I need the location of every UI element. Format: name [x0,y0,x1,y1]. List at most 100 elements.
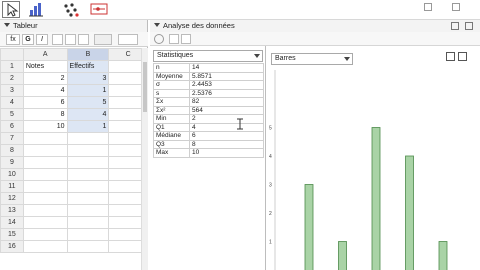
refresh-icon[interactable] [154,34,164,44]
cell-b[interactable] [66,192,110,205]
cell-a[interactable]: 6 [22,96,68,109]
y-tick-labels: 1 2 3 4 5 [269,126,272,246]
vertical-scrollbar[interactable] [141,48,148,270]
row-header[interactable]: 2 [0,72,24,85]
bar-series [304,127,448,270]
cell-b[interactable] [66,180,110,193]
cell-b[interactable]: 1 [66,120,110,133]
cell-a[interactable]: 2 [22,72,68,85]
table-row: 15 [0,228,148,241]
cell-b[interactable] [66,168,110,181]
cell-a[interactable] [22,240,68,253]
row-header[interactable]: 8 [0,144,24,157]
stat-label: Max [153,148,190,158]
data-source-icon[interactable] [181,34,191,44]
bar-8[interactable] [405,155,414,270]
cell-a[interactable] [22,228,68,241]
corner-cell[interactable] [0,48,24,61]
redo-icon[interactable] [452,3,460,11]
row-header[interactable]: 1 [0,60,24,73]
column-header-a[interactable]: A [22,48,68,61]
scrollbar-thumb[interactable] [143,62,147,112]
bar-4[interactable] [338,241,347,270]
panel-divider[interactable] [265,46,266,270]
column-header-row: A B C [0,48,148,61]
cell-b[interactable] [66,132,110,145]
cell-a[interactable]: Notes [22,60,68,73]
cell-a[interactable]: 10 [22,120,68,133]
stat-row: Σx 82 [153,97,264,107]
row-header[interactable]: 10 [0,168,24,181]
stat-label: Σx² [153,105,190,115]
border-button[interactable] [118,34,138,45]
row-header[interactable]: 13 [0,204,24,217]
cell-b[interactable]: 3 [66,72,110,85]
align-right-icon[interactable] [78,34,89,45]
dots-tool-button[interactable] [62,1,80,18]
export-icon[interactable] [458,52,467,61]
cell-a[interactable] [22,192,68,205]
options-icon[interactable] [169,34,179,44]
undo-icon[interactable] [424,3,432,11]
y-tick-label: 5 [269,126,272,132]
row-header[interactable]: 6 [0,120,24,133]
stat-row: Max 10 [153,148,264,158]
align-left-icon[interactable] [52,34,63,45]
table-row: 341 [0,84,148,97]
bar-10[interactable] [438,241,448,270]
align-center-icon[interactable] [65,34,76,45]
column-header-b[interactable]: B [66,48,110,61]
row-header[interactable]: 14 [0,216,24,229]
bold-button[interactable]: G [22,34,34,45]
cell-b[interactable] [66,144,110,157]
cell-b[interactable] [66,240,110,253]
cell-a[interactable]: 8 [22,108,68,121]
row-header[interactable]: 3 [0,84,24,97]
row-header[interactable]: 7 [0,132,24,145]
cell-b[interactable] [66,228,110,241]
cell-b[interactable]: Effectifs [66,60,110,73]
row-header[interactable]: 16 [0,240,24,253]
cell-a[interactable] [22,204,68,217]
collapse-icon[interactable] [4,23,10,27]
row-header[interactable]: 9 [0,156,24,169]
table-row: 223 [0,72,148,85]
collapse-icon[interactable] [154,23,160,27]
fx-button[interactable]: fx [6,34,20,45]
cell-b[interactable]: 1 [66,84,110,97]
row-header[interactable]: 4 [0,96,24,109]
italic-button[interactable]: I [36,34,48,45]
cell-a[interactable] [22,168,68,181]
statistics-select[interactable]: Statistiques [153,50,263,62]
bar-chart-tool-button[interactable] [27,1,45,18]
chart-options-icon[interactable] [446,52,455,61]
bar-2[interactable] [304,184,314,270]
chevron-down-icon [254,54,260,58]
table-row: 1 Notes Effectifs [0,60,148,73]
cell-a[interactable] [22,216,68,229]
row-header[interactable]: 12 [0,192,24,205]
stat-label: Q1 [153,122,190,132]
move-tool-button[interactable] [2,1,20,18]
cursor-icon [7,2,19,17]
stat-value: 82 [189,97,264,107]
row-header[interactable]: 11 [0,180,24,193]
cell-a[interactable]: 4 [22,84,68,97]
bar-6[interactable] [371,127,381,270]
cell-b[interactable]: 4 [66,108,110,121]
cell-a[interactable] [22,144,68,157]
settings-icon[interactable] [451,22,459,30]
cell-b[interactable] [66,204,110,217]
cell-a[interactable] [22,132,68,145]
slider-tool-button[interactable] [89,1,109,18]
cell-a[interactable] [22,180,68,193]
cell-a[interactable] [22,156,68,169]
close-icon[interactable] [465,22,473,30]
row-header[interactable]: 5 [0,108,24,121]
cell-b[interactable]: 5 [66,96,110,109]
fill-color-button[interactable] [94,34,112,45]
chart-type-select[interactable]: Barres [271,53,353,65]
cell-b[interactable] [66,216,110,229]
cell-b[interactable] [66,156,110,169]
row-header[interactable]: 15 [0,228,24,241]
